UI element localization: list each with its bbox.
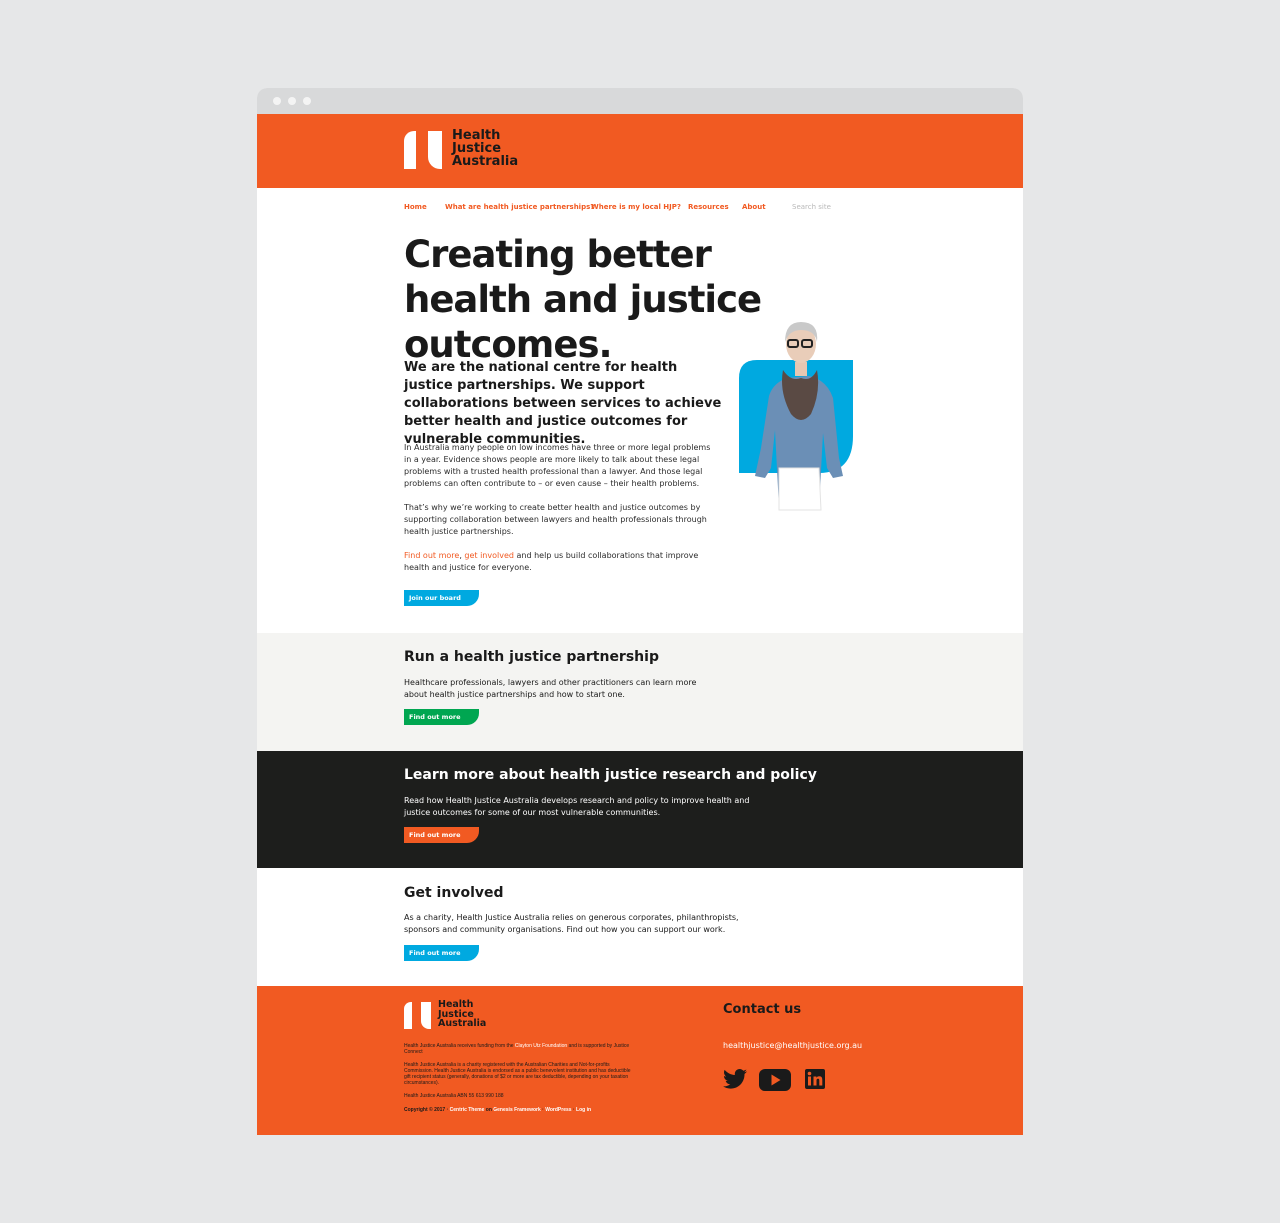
youtube-icon[interactable]	[759, 1069, 791, 1091]
main-nav: Home What are health justice partnership…	[404, 203, 884, 217]
person-photo	[739, 322, 853, 511]
section-text: Healthcare professionals, lawyers and ot…	[404, 678, 697, 699]
linkedin-icon[interactable]	[805, 1069, 825, 1089]
run-hjp-section: Run a health justice partnership Healthc…	[257, 633, 1023, 751]
find-out-more-button[interactable]: Find out more	[404, 945, 479, 961]
logo-text: Health Justice Australia	[452, 127, 519, 169]
login-link[interactable]: Log in	[576, 1107, 591, 1113]
section-text: As a charity, Health Justice Australia r…	[404, 913, 739, 934]
section-text: Read how Health Justice Australia develo…	[404, 796, 750, 817]
site-logo[interactable]: Health Justice Australia	[404, 127, 519, 169]
hero-paragraph: In Australia many people on low incomes …	[404, 443, 711, 488]
window-dot[interactable]	[288, 97, 296, 105]
window-dot[interactable]	[273, 97, 281, 105]
hero-paragraph: Find out more, get involved and help us …	[404, 551, 699, 572]
get-involved-section: Get involved As a charity, Health Justic…	[257, 868, 1023, 986]
wordpress-link[interactable]: WordPress	[545, 1107, 571, 1113]
nav-item-local-hjp[interactable]: Where is my local HJP?	[591, 203, 681, 211]
research-section: Learn more about health justice research…	[257, 751, 1023, 868]
logo-text: Health Justice Australia	[438, 999, 487, 1030]
nav-item-home[interactable]: Home	[404, 203, 427, 211]
find-out-more-link[interactable]: Find out more	[404, 551, 459, 560]
nav-item-about[interactable]: About	[742, 203, 766, 211]
logo-mark-icon	[404, 1002, 431, 1029]
contact-email-link[interactable]: healthjustice@healthjustice.org.au	[723, 1041, 862, 1050]
find-out-more-button[interactable]: Find out more	[404, 827, 479, 843]
get-involved-link[interactable]: get involved	[464, 551, 514, 560]
footer-logo[interactable]: Health Justice Australia	[404, 999, 487, 1030]
search-input[interactable]: Search site	[792, 203, 831, 211]
centric-theme-link[interactable]: Centric Theme	[450, 1107, 485, 1113]
copyright: Copyright © 2017 · Centric Theme on Gene…	[404, 1107, 592, 1113]
hero-paragraph: That’s why we’re working to create bette…	[404, 503, 707, 536]
site-header: Health Justice Australia	[257, 114, 1023, 188]
funding-note: Health Justice Australia receives fundin…	[404, 1043, 630, 1055]
charity-note: Health Justice Australia is a charity re…	[404, 1062, 631, 1086]
section-title: Get involved	[404, 885, 504, 901]
browser-window: Health Justice Australia Home What are h…	[257, 88, 1023, 1135]
nav-item-resources[interactable]: Resources	[688, 203, 729, 211]
clayton-utz-link[interactable]: Clayton Utz Foundation	[515, 1043, 567, 1049]
find-out-more-button[interactable]: Find out more	[404, 709, 479, 725]
twitter-icon[interactable]	[723, 1069, 747, 1089]
abn-note: Health Justice Australia ABN 55 613 990 …	[404, 1093, 504, 1099]
section-title: Run a health justice partnership	[404, 649, 659, 665]
browser-title-bar	[257, 88, 1023, 114]
window-dot[interactable]	[303, 97, 311, 105]
join-our-board-button[interactable]: Join our board	[404, 590, 479, 606]
logo-mark-icon	[404, 131, 444, 169]
section-title: Learn more about health justice research…	[404, 767, 817, 783]
site-footer: Health Justice Australia Health Justice …	[257, 986, 1023, 1135]
hero-lede: We are the national centre for health ju…	[404, 360, 722, 447]
nav-item-what-are-hjps[interactable]: What are health justice partnerships?	[445, 203, 594, 211]
contact-title: Contact us	[723, 1002, 802, 1017]
genesis-framework-link[interactable]: Genesis Framework	[493, 1107, 541, 1113]
